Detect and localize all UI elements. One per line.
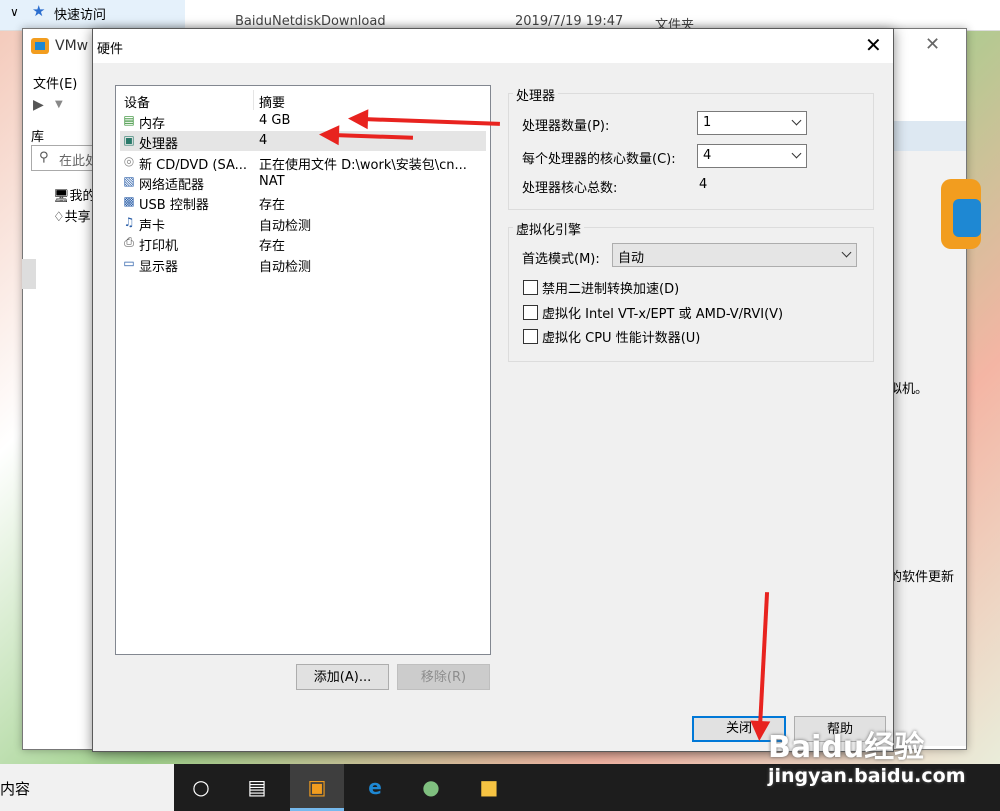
remove-button[interactable]: 移除(R) [397, 664, 490, 690]
dialog-title: 硬件 [97, 42, 124, 57]
add-button[interactable]: 添加(A)... [296, 664, 389, 690]
processor-count-select[interactable]: 1 [697, 111, 807, 135]
device-list[interactable]: 设备 摘要 ▤ 内存 4 GB ▣ 处理器 4 ◎ 新 CD/DVD (SA..… [115, 85, 491, 655]
library-label: 库 [31, 130, 45, 145]
disable-binary-translation-label[interactable]: 禁用二进制转换加速(D) [542, 278, 679, 297]
baidu-watermark: Baidu经验 [768, 730, 925, 765]
tree-item-shared[interactable]: ♢共享 [53, 206, 91, 225]
cd-dvd-icon: ◎ [123, 154, 135, 168]
file-name: BaiduNetdiskDownload [235, 14, 386, 29]
quick-access-label[interactable]: 快速访问 [54, 4, 106, 23]
search-icon: ⚲ [39, 150, 49, 165]
baidu-watermark-url: jingyan.baidu.com [768, 765, 966, 787]
home-text-1: 拟机。 [889, 382, 929, 397]
vmware-taskbar-icon[interactable]: ▣ [290, 764, 344, 811]
menu-file[interactable]: 文件(E) [33, 73, 77, 92]
column-header-device[interactable]: 设备 [124, 92, 150, 111]
vmware-title: VMw [55, 38, 89, 54]
tree-item-my-computer[interactable]: 🖥我的 [53, 185, 96, 204]
dialog-titlebar [93, 29, 893, 63]
preferred-mode-label: 首选模式(M): [522, 252, 600, 267]
chevron-down-icon [841, 247, 852, 258]
device-row-printer[interactable]: ⎙ 打印机 存在 [120, 233, 486, 255]
file-explorer-icon[interactable]: ■ [462, 764, 516, 811]
memory-icon: ▤ [123, 113, 135, 127]
chevron-down-icon [791, 115, 802, 126]
virtualize-vtx-checkbox[interactable] [523, 305, 538, 320]
cores-per-processor-select[interactable]: 4 [697, 144, 807, 168]
file-date: 2019/7/19 19:47 [515, 14, 624, 29]
vmware-brand-inner-icon [953, 199, 981, 237]
usb-icon: ▩ [123, 194, 135, 208]
hardware-dialog: 硬件 ✕ 设备 摘要 ▤ 内存 4 GB ▣ 处理器 4 ◎ 新 CD/DVD … [92, 28, 894, 752]
cores-per-processor-label: 每个处理器的核心数量(C): [522, 152, 676, 167]
printer-icon: ⎙ [124, 235, 134, 249]
device-row-cd-dvd[interactable]: ◎ 新 CD/DVD (SA... 正在使用文件 D:\work\安装包\cn.… [120, 152, 486, 174]
explorer-window: ∨ ★ 快速访问 BaiduNetdiskDownload 2019/7/19 … [0, 0, 1000, 31]
processor-group-label: 处理器 [513, 85, 559, 104]
chevron-down-icon [791, 148, 802, 159]
total-cores-label: 处理器核心总数: [522, 181, 618, 196]
chevron-down-icon[interactable]: ∨ [10, 5, 19, 19]
virtualization-group-label: 虚拟化引擎 [513, 219, 585, 238]
vmware-logo-icon [31, 38, 49, 54]
processor-icon: ▣ [123, 133, 135, 147]
network-icon: ▧ [123, 174, 135, 188]
taskbar-search-box[interactable]: 内容 [0, 764, 174, 811]
device-row-processor[interactable]: ▣ 处理器 4 [120, 131, 486, 152]
task-view-icon[interactable]: ▤ [230, 764, 284, 811]
disable-binary-translation-checkbox[interactable] [523, 280, 538, 295]
cortana-icon[interactable]: ○ [174, 764, 228, 811]
virtualize-cpu-counters-label[interactable]: 虚拟化 CPU 性能计数器(U) [542, 327, 700, 346]
device-row-sound[interactable]: ♫ 声卡 自动检测 [120, 213, 486, 235]
chevron-down-icon[interactable]: ▼ [55, 99, 63, 110]
device-row-network[interactable]: ▧ 网络适配器 NAT [120, 172, 486, 193]
play-icon[interactable]: ▶ [33, 97, 44, 113]
sound-icon: ♫ [123, 215, 135, 229]
close-icon[interactable]: ✕ [925, 34, 940, 55]
virtualize-vtx-label[interactable]: 虚拟化 Intel VT-x/EPT 或 AMD-V/RVI(V) [542, 303, 783, 322]
home-text-2: 的软件更新 [889, 570, 955, 585]
star-icon: ★ [32, 2, 46, 20]
device-row-display[interactable]: ▭ 显示器 自动检测 [120, 254, 486, 276]
app-icon[interactable]: ● [404, 764, 458, 811]
device-row-usb[interactable]: ▩ USB 控制器 存在 [120, 192, 486, 214]
sidebar-collapse-handle[interactable] [22, 259, 36, 289]
close-icon[interactable]: ✕ [865, 33, 882, 57]
edge-icon[interactable]: e [348, 764, 402, 811]
column-divider[interactable] [253, 90, 254, 110]
processor-count-label: 处理器数量(P): [522, 119, 610, 134]
preferred-mode-select[interactable]: 自动 [612, 243, 857, 267]
virtualize-cpu-counters-checkbox[interactable] [523, 329, 538, 344]
column-header-summary[interactable]: 摘要 [259, 92, 285, 111]
display-icon: ▭ [123, 256, 135, 270]
home-pane-header [888, 121, 966, 151]
total-cores-value: 4 [699, 177, 708, 192]
